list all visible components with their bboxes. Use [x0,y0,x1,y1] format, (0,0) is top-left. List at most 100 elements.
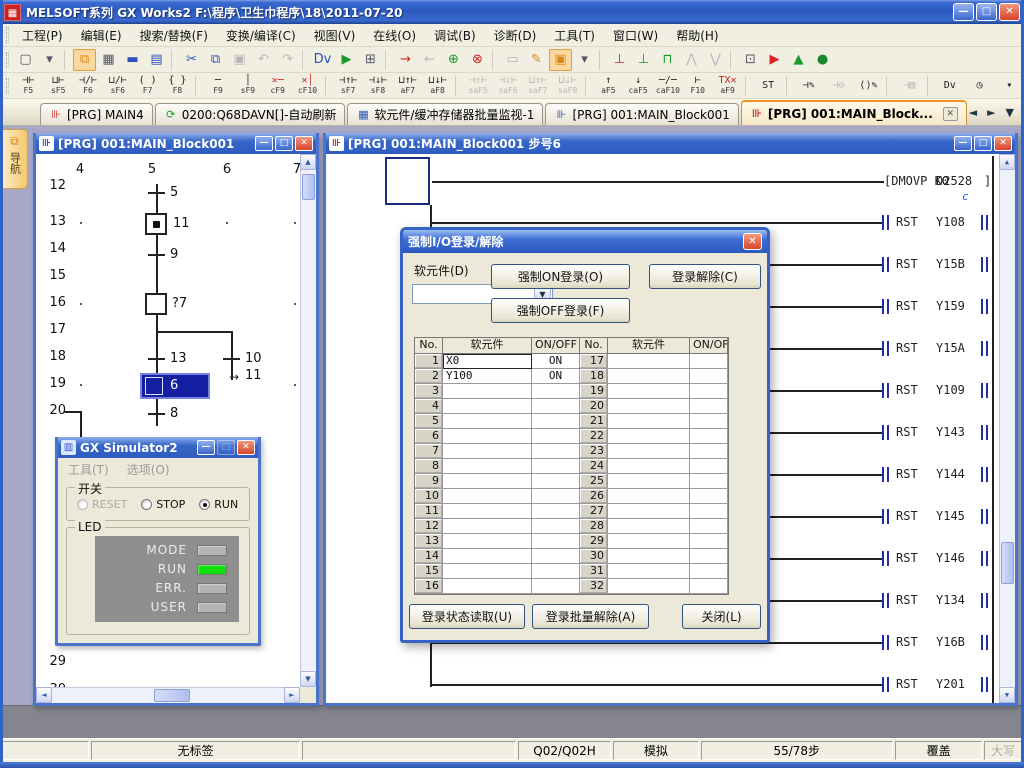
ladder-step-box[interactable] [385,157,430,205]
scroll-right-icon[interactable]: ► [284,687,300,703]
ladder-symbol-button[interactable]: ⊔↑⊢ aF7 [393,74,422,98]
toolbar-button[interactable] [64,50,70,70]
scrollbar-thumb[interactable] [1001,542,1014,584]
zoom-list-icon[interactable]: ⋁ [704,49,727,71]
device-cell[interactable] [443,429,532,444]
force-off-button[interactable]: 强制OFF登录(F) [491,298,630,323]
onoff-cell[interactable] [532,399,580,414]
ladder-symbol-button[interactable]: ⊣⊢ F5 [14,74,43,98]
row-number-cell[interactable]: 10 [415,489,443,504]
sfc-transition-icon[interactable]: ⊥ [632,49,655,71]
module-configuration-icon[interactable]: ▦ [97,49,120,71]
ladder-symbol-button[interactable]: ✕│ cF10 [293,74,322,98]
device-cell[interactable] [608,459,690,474]
document-tab[interactable]: ⊪ [PRG] MAIN4 ✕ [40,103,153,125]
toolbar-button[interactable] [302,50,308,70]
toolbar-overflow-icon[interactable]: ▾ [38,49,61,71]
onoff-cell[interactable] [690,444,728,459]
scroll-left-icon[interactable]: ◄ [36,687,52,703]
scroll-up-icon[interactable]: ▲ [999,154,1015,170]
device-cell[interactable] [443,534,532,549]
device-test-icon[interactable]: ▶ [335,49,358,71]
monitor-mode-icon[interactable]: ▣ [549,49,572,71]
device-cell[interactable] [443,399,532,414]
ladder-symbol-button[interactable]: ⊣↑⊢ sF7 [334,74,363,98]
ladder-symbol-button[interactable]: ( ) F7 [133,74,162,98]
sfc-window-titlebar[interactable]: ⊪ [PRG] 001:MAIN_Block001 — □ ✕ [36,133,316,154]
menu-item[interactable]: 编辑(E) [72,24,131,47]
copy-icon[interactable]: ⧉ [204,49,227,71]
device-cell[interactable] [443,444,532,459]
onoff-cell[interactable] [690,549,728,564]
onoff-cell[interactable] [532,564,580,579]
device-cell[interactable] [443,384,532,399]
ladder-symbol-button[interactable]: ↓ caF5 [624,74,653,98]
row-number-cell[interactable]: 31 [580,564,608,579]
write-to-plc-icon[interactable]: → [394,49,417,71]
scrollbar-thumb[interactable] [302,174,315,200]
row-number-cell[interactable]: 5 [415,414,443,429]
ladder-symbol-button[interactable]: ⊔↓⊢ aF8 [423,74,452,98]
device-cell[interactable] [443,519,532,534]
device-cell[interactable] [608,549,690,564]
sfc-transition-mark[interactable] [148,413,165,415]
onoff-cell[interactable] [690,354,728,369]
maximize-button[interactable]: □ [976,3,997,21]
sfc-selected-step-box[interactable]: 6 [140,373,210,399]
ladder-symbol-button[interactable]: ⊣↓⊢ sF8 [364,74,393,98]
device-cell[interactable]: Y100 [443,369,532,384]
device-cell[interactable] [608,519,690,534]
row-number-cell[interactable]: 2 [415,369,443,384]
minimize-button[interactable]: — [953,3,974,21]
scroll-down-icon[interactable]: ▼ [999,687,1015,703]
simulation-warning-icon[interactable]: ▲ [787,49,810,71]
onoff-cell[interactable] [532,504,580,519]
ladder-close-button[interactable]: ✕ [994,136,1012,151]
onoff-cell[interactable] [532,519,580,534]
ladder-symbol-button[interactable]: ⊣⊙ [824,74,853,98]
menu-item[interactable]: 工程(P) [13,24,72,47]
row-number-cell[interactable]: 26 [580,489,608,504]
device-cell[interactable] [443,579,532,594]
onoff-cell[interactable]: ON [532,369,580,384]
document-tab[interactable]: ⟳ 0200:Q68DAVN[]-自动刷新 ✕ [155,103,346,125]
device-cell[interactable] [608,354,690,369]
sfc-vertical-scrollbar[interactable]: ▲ ▼ [300,154,316,687]
device-cell[interactable] [443,414,532,429]
buffer-memory-icon[interactable]: ⊞ [359,49,382,71]
cut-icon[interactable]: ✂ [180,49,203,71]
ladder-symbol-button[interactable]: ✕─ cF9 [263,74,292,98]
ladder-symbol-button[interactable]: ⊔/⊢ sF6 [103,74,132,98]
scroll-down-icon[interactable]: ▼ [300,671,316,687]
ladder-symbol-button[interactable] [455,76,461,96]
onoff-cell[interactable] [690,399,728,414]
sfc-active-step-box[interactable] [145,213,167,235]
device-cell[interactable] [608,369,690,384]
scrollbar-thumb[interactable] [154,689,190,702]
toolbar-button[interactable] [599,50,605,70]
menu-item[interactable]: 诊断(D) [485,24,546,47]
ladder-symbol-button[interactable]: { } F8 [163,74,192,98]
device-cell[interactable] [608,414,690,429]
menu-item[interactable]: 视图(V) [305,24,365,47]
toolbar-button[interactable] [730,50,736,70]
ladder-symbol-button[interactable]: ─ F9 [204,74,233,98]
ladder-window-titlebar[interactable]: ⊪ [PRG] 001:MAIN_Block001 步号6 — □ ✕ [326,133,1015,154]
device-cell[interactable] [608,534,690,549]
monitor-stop-icon[interactable]: ⊗ [466,49,489,71]
device-cell[interactable] [443,504,532,519]
row-number-cell[interactable]: 16 [415,579,443,594]
menu-item[interactable]: 工具(T) [545,24,604,47]
onoff-cell[interactable] [532,474,580,489]
output-window-icon[interactable]: ▬ [121,49,144,71]
zoom-graph-icon[interactable]: ⋀ [680,49,703,71]
ladder-symbol-button[interactable]: ─/─ caF10 [654,74,683,98]
ladder-minimize-button[interactable]: — [954,136,972,151]
row-number-cell[interactable]: 15 [415,564,443,579]
ladder-symbol-button[interactable] [786,76,792,96]
ladder-symbol-button[interactable]: ⊔⊢ sF5 [44,74,73,98]
ladder-symbol-button[interactable] [886,76,892,96]
row-number-cell[interactable]: 11 [415,504,443,519]
ladder-symbol-button[interactable]: TX✕ aF9 [713,74,742,98]
menu-item[interactable]: 窗口(W) [604,24,667,47]
